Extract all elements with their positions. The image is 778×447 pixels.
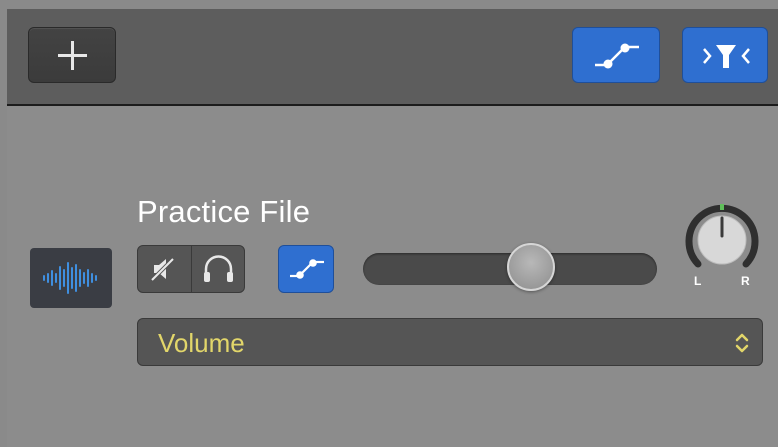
- track-toolbar: [7, 9, 778, 106]
- headphones-icon: [204, 255, 233, 282]
- track-automation-button[interactable]: [278, 245, 334, 293]
- solo-button[interactable]: [192, 246, 244, 292]
- automation-parameter-value: Volume: [158, 328, 245, 358]
- volume-slider-thumb[interactable]: [506, 243, 555, 291]
- chevron-up-down-icon: [735, 333, 749, 353]
- track-region-thumbnail[interactable]: [30, 248, 112, 308]
- pan-right-label: R: [741, 274, 750, 288]
- speaker-muted-icon: [150, 257, 175, 282]
- automation-curve-icon: [595, 43, 639, 69]
- pan-knob[interactable]: L R: [683, 204, 761, 294]
- mute-solo-group: [137, 245, 245, 293]
- filter-button[interactable]: [682, 27, 768, 83]
- automation-parameter-select[interactable]: Volume: [137, 318, 763, 366]
- mute-button[interactable]: [138, 246, 191, 292]
- automation-curve-icon: [290, 259, 324, 279]
- show-automation-button[interactable]: [572, 27, 660, 83]
- track-header: Practice File L R Volume: [7, 106, 778, 447]
- pan-left-label: L: [694, 274, 702, 288]
- track-header-window: Practice File L R Volume: [0, 0, 778, 447]
- filter-icon: [703, 45, 750, 68]
- waveform-icon: [43, 262, 97, 294]
- volume-slider[interactable]: [363, 243, 657, 291]
- track-name[interactable]: Practice File: [137, 194, 310, 230]
- add-track-button[interactable]: [28, 27, 116, 83]
